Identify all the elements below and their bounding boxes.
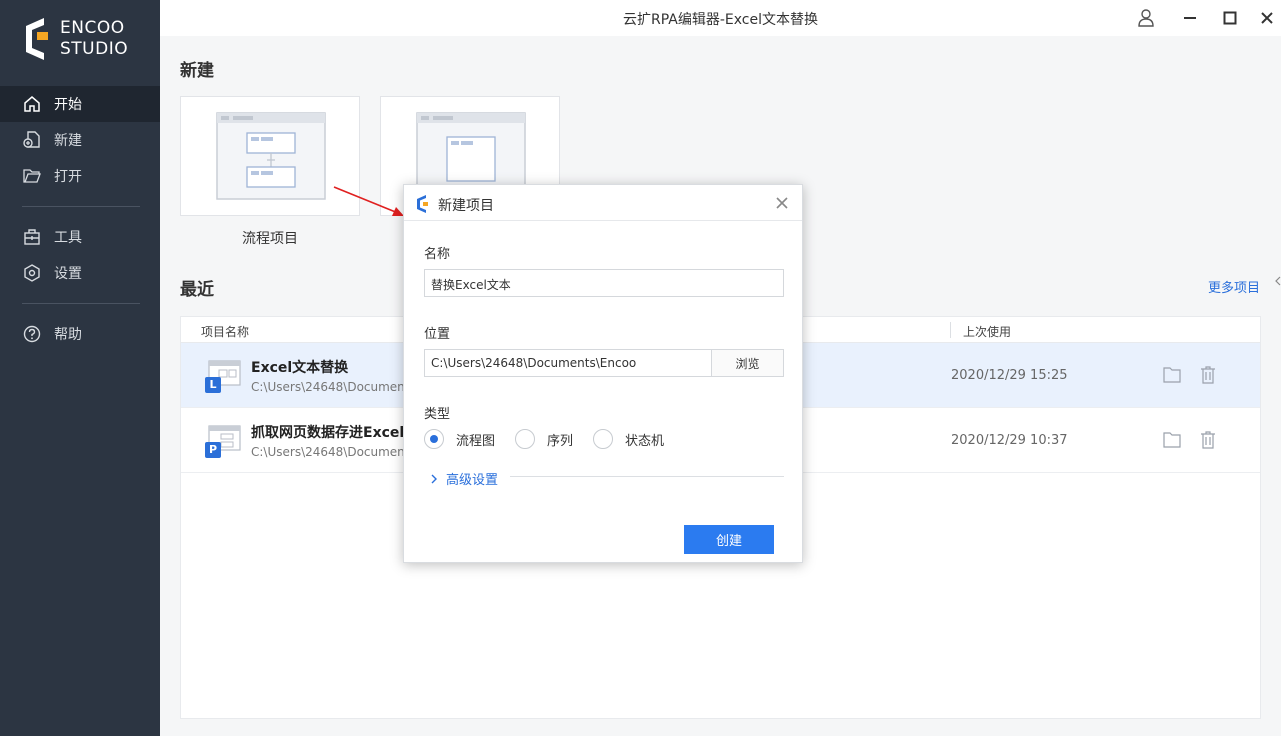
sidebar-item-settings[interactable]: 设置 xyxy=(0,255,160,291)
open-folder-icon[interactable] xyxy=(1162,365,1182,385)
type-radio-flowchart[interactable]: 流程图 xyxy=(424,429,495,449)
flow-project-caption: 流程项目 xyxy=(242,231,298,247)
project-name-input[interactable]: 替换Excel文本 xyxy=(424,269,784,297)
maximize-icon[interactable] xyxy=(1220,8,1240,28)
sidebar-item-label: 设置 xyxy=(54,266,82,282)
home-icon xyxy=(22,94,42,114)
chevron-right-icon xyxy=(431,474,437,483)
sidebar: ENCOO STUDIO 开始 新建 打开 工具 设置 帮助 xyxy=(0,0,160,736)
new-file-icon xyxy=(22,130,42,150)
logo-text: ENCOO STUDIO xyxy=(60,18,128,60)
project-type-group: 流程图 序列 状态机 xyxy=(424,429,684,449)
col-project-name: 项目名称 xyxy=(201,325,250,339)
new-project-dialog: 新建项目 名称 替换Excel文本 位置 C:\Users\24648\Docu… xyxy=(403,184,803,563)
encoo-logo: ENCOO STUDIO xyxy=(24,16,144,64)
logo-line2: STUDIO xyxy=(60,39,129,59)
advanced-settings-label: 高级设置 xyxy=(446,473,499,488)
close-icon[interactable] xyxy=(772,193,792,213)
project-type-badge: P xyxy=(208,443,218,456)
radio-circle xyxy=(424,429,444,449)
new-section-title: 新建 xyxy=(180,61,214,81)
scroll-arrow-icon[interactable] xyxy=(1275,276,1281,286)
sidebar-item-open[interactable]: 打开 xyxy=(0,158,160,194)
advanced-divider xyxy=(510,476,784,477)
encoo-logo-mark xyxy=(26,18,48,60)
window-title: 云扩RPA编辑器-Excel文本替换 xyxy=(623,12,818,28)
sidebar-item-tools[interactable]: 工具 xyxy=(0,219,160,255)
title-bar: 云扩RPA编辑器-Excel文本替换 xyxy=(160,0,1281,36)
sidebar-item-label: 帮助 xyxy=(54,327,82,343)
col-last-used: 上次使用 xyxy=(963,325,1012,339)
type-radio-sequence[interactable]: 序列 xyxy=(515,429,573,449)
sidebar-divider xyxy=(22,303,140,304)
settings-icon xyxy=(22,263,42,283)
sidebar-item-label: 开始 xyxy=(54,97,82,113)
more-projects-link[interactable]: 更多项目 xyxy=(1208,277,1260,296)
toolbox-icon xyxy=(22,227,42,247)
sidebar-item-help[interactable]: 帮助 xyxy=(0,316,160,352)
sidebar-item-start[interactable]: 开始 xyxy=(0,86,160,122)
open-folder-icon[interactable] xyxy=(1162,430,1182,450)
type-label: 类型 xyxy=(424,407,451,422)
create-button[interactable]: 创建 xyxy=(684,525,774,554)
window-close-icon[interactable] xyxy=(1257,8,1277,28)
dialog-title: 新建项目 xyxy=(438,198,494,214)
location-label: 位置 xyxy=(424,327,451,342)
project-path: C:\Users\24648\Document xyxy=(251,445,410,459)
project-path: C:\Users\24648\Document xyxy=(251,380,410,394)
help-icon xyxy=(22,324,42,344)
name-label: 名称 xyxy=(424,247,451,262)
type-radio-state-machine[interactable]: 状态机 xyxy=(593,429,664,449)
sidebar-item-label: 打开 xyxy=(54,169,82,185)
project-name: Excel文本替换 xyxy=(251,360,349,376)
user-icon[interactable] xyxy=(1136,8,1156,28)
sidebar-divider xyxy=(22,206,140,207)
column-divider xyxy=(950,322,951,338)
encoo-logo-icon xyxy=(417,195,428,213)
radio-label: 流程图 xyxy=(456,433,496,449)
minimize-icon[interactable] xyxy=(1180,8,1200,28)
sidebar-item-label: 新建 xyxy=(54,133,82,149)
sidebar-item-new[interactable]: 新建 xyxy=(0,122,160,158)
project-last-used: 2020/12/29 15:25 xyxy=(951,368,1068,383)
recent-section-title: 最近 xyxy=(180,280,214,300)
annotation-arrow xyxy=(333,186,404,216)
project-type-badge: L xyxy=(209,378,217,391)
radio-circle xyxy=(515,429,536,449)
dialog-header: 新建项目 xyxy=(404,185,802,221)
sidebar-item-label: 工具 xyxy=(54,230,82,246)
sidebar-nav: 开始 新建 打开 工具 设置 帮助 xyxy=(0,86,160,352)
delete-icon[interactable] xyxy=(1198,365,1218,385)
project-last-used: 2020/12/29 10:37 xyxy=(951,433,1068,448)
project-name: 抓取网页数据存进Excel xyxy=(251,425,405,441)
radio-label: 状态机 xyxy=(625,433,665,449)
radio-label: 序列 xyxy=(547,433,574,449)
advanced-settings-toggle[interactable]: 高级设置 xyxy=(430,469,498,488)
logo-line1: ENCOO xyxy=(60,18,125,38)
browse-button[interactable]: 浏览 xyxy=(711,349,784,377)
project-location-input[interactable]: C:\Users\24648\Documents\Encoo xyxy=(424,349,712,377)
folder-open-icon xyxy=(22,166,42,186)
delete-icon[interactable] xyxy=(1198,430,1218,450)
radio-circle xyxy=(593,429,614,449)
